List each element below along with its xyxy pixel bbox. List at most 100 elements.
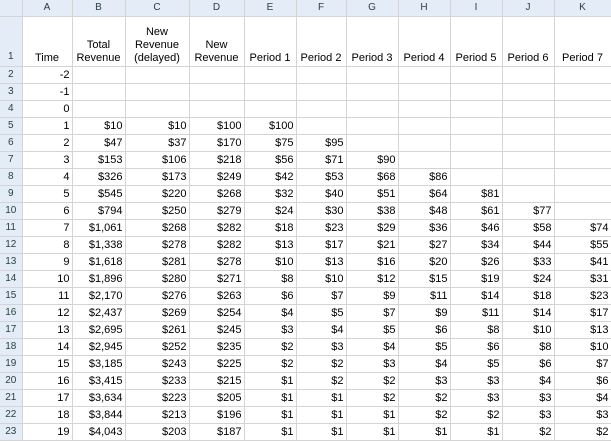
cell-D[interactable]: $268 bbox=[189, 185, 245, 203]
cell-H[interactable]: $36 bbox=[398, 219, 451, 237]
cell-I[interactable]: $2 bbox=[450, 406, 503, 424]
cell-E[interactable]: $2 bbox=[244, 355, 297, 373]
cell-I[interactable] bbox=[450, 151, 503, 169]
cell-J[interactable]: $3 bbox=[502, 406, 555, 424]
cell-A[interactable]: 4 bbox=[22, 168, 73, 186]
cell-J[interactable] bbox=[502, 168, 555, 186]
cell-K[interactable]: $17 bbox=[554, 304, 611, 322]
row-header[interactable]: 8 bbox=[0, 168, 23, 186]
cell-J[interactable] bbox=[502, 134, 555, 152]
cell-I[interactable]: $3 bbox=[450, 389, 503, 407]
cell-E[interactable]: $6 bbox=[244, 287, 297, 305]
row-header[interactable]: 2 bbox=[0, 66, 23, 84]
cell-A[interactable]: 9 bbox=[22, 253, 73, 271]
cell-D[interactable]: $249 bbox=[189, 168, 245, 186]
cell-F[interactable]: $7 bbox=[296, 287, 347, 305]
cell-B[interactable]: $1,338 bbox=[72, 236, 126, 254]
cell-K[interactable] bbox=[554, 151, 611, 169]
cell-D[interactable]: $271 bbox=[189, 270, 245, 288]
cell-F[interactable] bbox=[296, 100, 347, 118]
cell-K[interactable]: $10 bbox=[554, 338, 611, 356]
cell-H[interactable] bbox=[398, 117, 451, 135]
cell-E[interactable] bbox=[244, 100, 297, 118]
column-header-E[interactable]: E bbox=[244, 0, 297, 17]
cell-C[interactable]: $268 bbox=[125, 219, 190, 237]
row-header[interactable]: 4 bbox=[0, 100, 23, 118]
cell-G[interactable]: $90 bbox=[346, 151, 399, 169]
cell-A[interactable]: 6 bbox=[22, 202, 73, 220]
cell-J[interactable]: $24 bbox=[502, 270, 555, 288]
column-header-B[interactable]: B bbox=[72, 0, 126, 17]
cell-C[interactable]: $281 bbox=[125, 253, 190, 271]
cell-A[interactable]: 13 bbox=[22, 321, 73, 339]
cell-D[interactable] bbox=[189, 100, 245, 118]
cell-F[interactable]: $1 bbox=[296, 406, 347, 424]
cell-H[interactable]: $64 bbox=[398, 185, 451, 203]
row-header[interactable]: 6 bbox=[0, 134, 23, 152]
cell-B[interactable]: $3,415 bbox=[72, 372, 126, 390]
cell-F[interactable]: $71 bbox=[296, 151, 347, 169]
cell-G[interactable] bbox=[346, 134, 399, 152]
column-header-G[interactable]: G bbox=[346, 0, 399, 17]
cell-E[interactable]: $3 bbox=[244, 321, 297, 339]
cell-J[interactable]: $10 bbox=[502, 321, 555, 339]
cell-G[interactable]: $68 bbox=[346, 168, 399, 186]
cell-A[interactable]: 1 bbox=[22, 117, 73, 135]
cell-J[interactable] bbox=[502, 151, 555, 169]
cell-F[interactable]: $30 bbox=[296, 202, 347, 220]
column-header-A[interactable]: A bbox=[22, 0, 73, 17]
cell-J[interactable]: $8 bbox=[502, 338, 555, 356]
row-header[interactable]: 23 bbox=[0, 423, 23, 441]
header-cell-period-3[interactable]: Period 3 bbox=[346, 16, 399, 67]
cell-D[interactable]: $279 bbox=[189, 202, 245, 220]
cell-D[interactable]: $215 bbox=[189, 372, 245, 390]
cell-D[interactable]: $282 bbox=[189, 219, 245, 237]
cell-I[interactable] bbox=[450, 100, 503, 118]
cell-I[interactable] bbox=[450, 66, 503, 84]
cell-I[interactable]: $34 bbox=[450, 236, 503, 254]
cell-G[interactable]: $4 bbox=[346, 338, 399, 356]
cell-A[interactable]: -1 bbox=[22, 83, 73, 101]
cell-H[interactable]: $2 bbox=[398, 389, 451, 407]
cell-G[interactable]: $7 bbox=[346, 304, 399, 322]
cell-E[interactable]: $13 bbox=[244, 236, 297, 254]
cell-J[interactable]: $3 bbox=[502, 389, 555, 407]
cell-K[interactable] bbox=[554, 134, 611, 152]
cell-F[interactable]: $4 bbox=[296, 321, 347, 339]
cell-A[interactable]: 16 bbox=[22, 372, 73, 390]
cell-I[interactable]: $19 bbox=[450, 270, 503, 288]
cell-J[interactable]: $6 bbox=[502, 355, 555, 373]
cell-J[interactable]: $58 bbox=[502, 219, 555, 237]
cell-I[interactable] bbox=[450, 117, 503, 135]
cell-C[interactable]: $280 bbox=[125, 270, 190, 288]
cell-F[interactable]: $3 bbox=[296, 338, 347, 356]
cell-J[interactable] bbox=[502, 185, 555, 203]
cell-F[interactable] bbox=[296, 66, 347, 84]
row-header[interactable]: 10 bbox=[0, 202, 23, 220]
cell-B[interactable] bbox=[72, 83, 126, 101]
cell-J[interactable] bbox=[502, 66, 555, 84]
cell-A[interactable]: 8 bbox=[22, 236, 73, 254]
cell-K[interactable] bbox=[554, 83, 611, 101]
column-header-C[interactable]: C bbox=[125, 0, 190, 17]
row-header[interactable]: 7 bbox=[0, 151, 23, 169]
cell-A[interactable]: 2 bbox=[22, 134, 73, 152]
cell-E[interactable]: $100 bbox=[244, 117, 297, 135]
cell-D[interactable]: $218 bbox=[189, 151, 245, 169]
cell-F[interactable] bbox=[296, 83, 347, 101]
cell-D[interactable]: $245 bbox=[189, 321, 245, 339]
column-header-H[interactable]: H bbox=[398, 0, 451, 17]
cell-B[interactable]: $3,634 bbox=[72, 389, 126, 407]
cell-B[interactable] bbox=[72, 66, 126, 84]
cell-G[interactable]: $16 bbox=[346, 253, 399, 271]
cell-B[interactable]: $2,695 bbox=[72, 321, 126, 339]
header-cell-new-revenue-delayed[interactable]: New Revenue (delayed) bbox=[125, 16, 190, 67]
row-header[interactable]: 18 bbox=[0, 338, 23, 356]
cell-H[interactable]: $3 bbox=[398, 372, 451, 390]
cell-J[interactable] bbox=[502, 100, 555, 118]
cell-J[interactable]: $4 bbox=[502, 372, 555, 390]
cell-E[interactable]: $10 bbox=[244, 253, 297, 271]
column-header-F[interactable]: F bbox=[296, 0, 347, 17]
cell-B[interactable] bbox=[72, 100, 126, 118]
cell-G[interactable]: $38 bbox=[346, 202, 399, 220]
